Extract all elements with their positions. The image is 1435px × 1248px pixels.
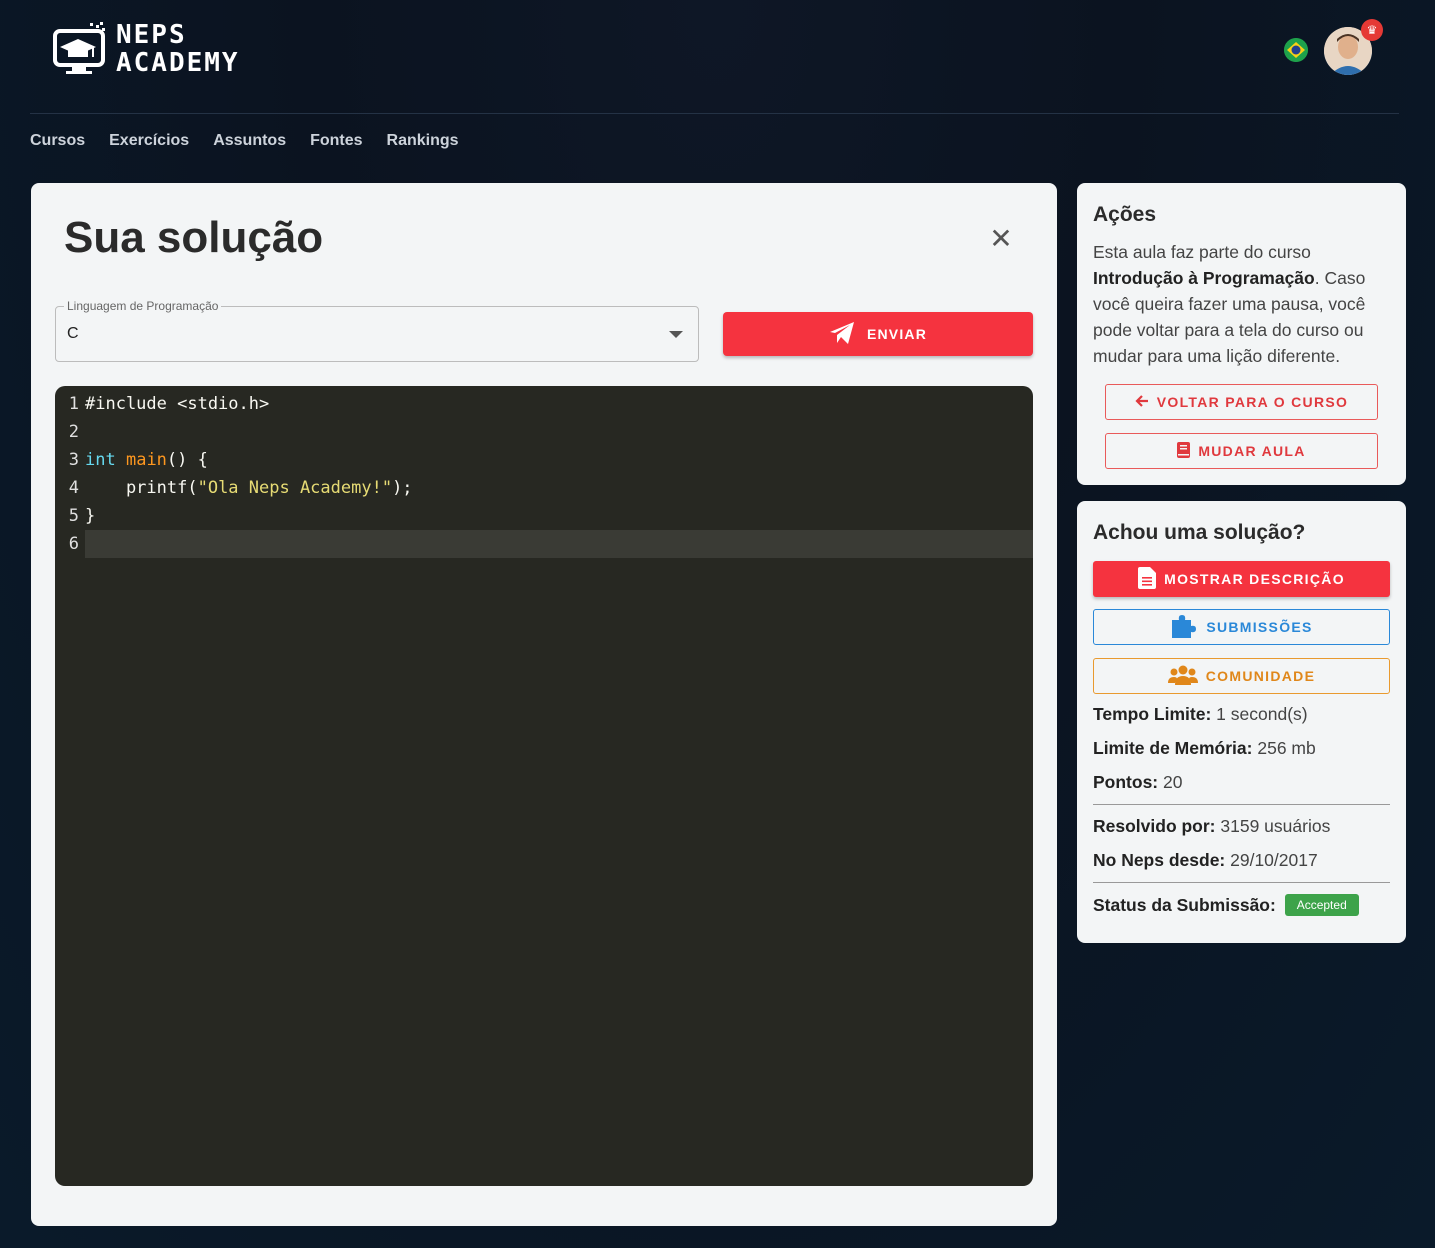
nav-item-exercicios[interactable]: Exercícios: [109, 132, 189, 150]
status-label: Status da Submissão:: [1093, 895, 1276, 915]
time-limit-label: Tempo Limite:: [1093, 704, 1212, 724]
since-label: No Neps desde:: [1093, 850, 1226, 870]
page-title: Sua solução: [64, 213, 324, 262]
language-select-value: C: [67, 325, 79, 342]
info-divider: [1093, 804, 1390, 805]
neps-academy-logo[interactable]: NEPS ACADEMY: [52, 18, 272, 80]
points-row: Pontos: 20: [1093, 772, 1182, 793]
code-line: 2: [55, 418, 1033, 446]
code-line: 4 printf("Ola Neps Academy!");: [55, 474, 1033, 502]
close-icon[interactable]: ✕: [989, 225, 1013, 253]
code-line: 5}: [55, 502, 1033, 530]
code-text: }: [85, 506, 96, 526]
points-value: 20: [1163, 772, 1183, 792]
points-label: Pontos:: [1093, 772, 1159, 792]
send-button-label: ENVIAR: [866, 326, 928, 342]
send-button[interactable]: ENVIAR: [723, 312, 1033, 356]
since-row: No Neps desde: 29/10/2017: [1093, 850, 1318, 871]
memory-limit-value: 256 mb: [1257, 738, 1316, 758]
code-text: () {: [166, 450, 208, 470]
logo-text: NEPS ACADEMY: [116, 21, 240, 77]
book-icon: [1177, 441, 1191, 461]
line-number: 2: [68, 422, 79, 442]
time-limit-value: 1 second(s): [1216, 704, 1308, 724]
logo-line-1: NEPS: [116, 20, 187, 50]
header-divider: [30, 113, 1399, 114]
solution-info-card: Achou uma solução? MOSTRAR DESCRIÇÃO SUB…: [1077, 501, 1406, 943]
nav-item-rankings[interactable]: Rankings: [387, 132, 459, 150]
code-text: printf(: [85, 478, 198, 498]
status-row: Status da Submissão: Accepted: [1093, 894, 1359, 916]
show-description-button[interactable]: MOSTRAR DESCRIÇÃO: [1093, 561, 1390, 597]
community-button[interactable]: COMUNIDADE: [1093, 658, 1390, 694]
solved-by-value: 3159 usuários: [1220, 816, 1331, 836]
solution-info-title: Achou uma solução?: [1093, 521, 1306, 544]
crown-icon: ♛: [1361, 19, 1383, 41]
main-nav: Cursos Exercícios Assuntos Fontes Rankin…: [30, 132, 459, 150]
top-header: NEPS ACADEMY ♛: [0, 0, 1435, 114]
code-keyword: int: [85, 450, 116, 470]
brazil-flag-icon[interactable]: [1284, 38, 1308, 62]
show-description-label: MOSTRAR DESCRIÇÃO: [1164, 571, 1345, 587]
puzzle-icon: [1170, 614, 1198, 641]
code-line: 3 int main() {: [55, 446, 1033, 474]
code-text: #include <stdio.h>: [85, 394, 270, 414]
actions-text-before: Esta aula faz parte do curso: [1093, 242, 1311, 262]
nav-item-assuntos[interactable]: Assuntos: [213, 132, 286, 150]
graduation-monitor-icon: [52, 21, 108, 77]
logo-line-2: ACADEMY: [116, 48, 240, 78]
code-function: main: [125, 450, 167, 470]
users-icon: [1167, 665, 1198, 688]
line-number: 3: [68, 450, 79, 470]
info-divider: [1093, 882, 1390, 883]
actions-description: Esta aula faz parte do curso Introdução …: [1093, 239, 1393, 369]
back-to-course-button[interactable]: VOLTAR PARA O CURSO: [1105, 384, 1378, 420]
line-number: 4: [68, 478, 79, 498]
paper-plane-icon: [829, 321, 855, 348]
code-line: 1 #include <stdio.h>: [55, 390, 1033, 418]
actions-card: Ações Esta aula faz parte do curso Intro…: [1077, 183, 1406, 485]
change-lesson-label: MUDAR AULA: [1198, 443, 1306, 459]
since-value: 29/10/2017: [1230, 850, 1318, 870]
change-lesson-button[interactable]: MUDAR AULA: [1105, 433, 1378, 469]
nav-item-fontes[interactable]: Fontes: [310, 132, 362, 150]
community-label: COMUNIDADE: [1205, 668, 1316, 684]
time-limit-row: Tempo Limite: 1 second(s): [1093, 704, 1308, 725]
solved-by-label: Resolvido por:: [1093, 816, 1216, 836]
solved-by-row: Resolvido por: 3159 usuários: [1093, 816, 1330, 837]
status-badge: Accepted: [1284, 894, 1359, 916]
document-icon: [1138, 566, 1157, 592]
caret-down-icon: [669, 331, 683, 338]
code-text: );: [392, 478, 413, 498]
line-number: 1: [68, 394, 79, 414]
nav-item-cursos[interactable]: Cursos: [30, 132, 85, 150]
line-number: 6: [68, 534, 79, 554]
back-to-course-label: VOLTAR PARA O CURSO: [1156, 394, 1349, 410]
code-string: "Ola Neps Academy!": [197, 478, 393, 498]
line-number: 5: [68, 506, 79, 526]
language-select-label: Linguagem de Programação: [64, 299, 222, 313]
solution-panel: Sua solução ✕ Linguagem de Programação C…: [31, 183, 1057, 1226]
arrow-left-icon: [1135, 394, 1149, 411]
actions-title: Ações: [1093, 203, 1157, 226]
language-select[interactable]: Linguagem de Programação C: [55, 299, 699, 362]
course-name: Introdução à Programação: [1093, 268, 1315, 288]
code-editor[interactable]: 1 #include <stdio.h> 2 3 int main() { 4 pr…: [55, 386, 1033, 1186]
memory-limit-label: Limite de Memória:: [1093, 738, 1253, 758]
code-line-active: 6: [69, 530, 1033, 558]
submissions-label: SUBMISSÕES: [1206, 619, 1313, 635]
memory-limit-row: Limite de Memória: 256 mb: [1093, 738, 1316, 759]
submissions-button[interactable]: SUBMISSÕES: [1093, 609, 1390, 645]
